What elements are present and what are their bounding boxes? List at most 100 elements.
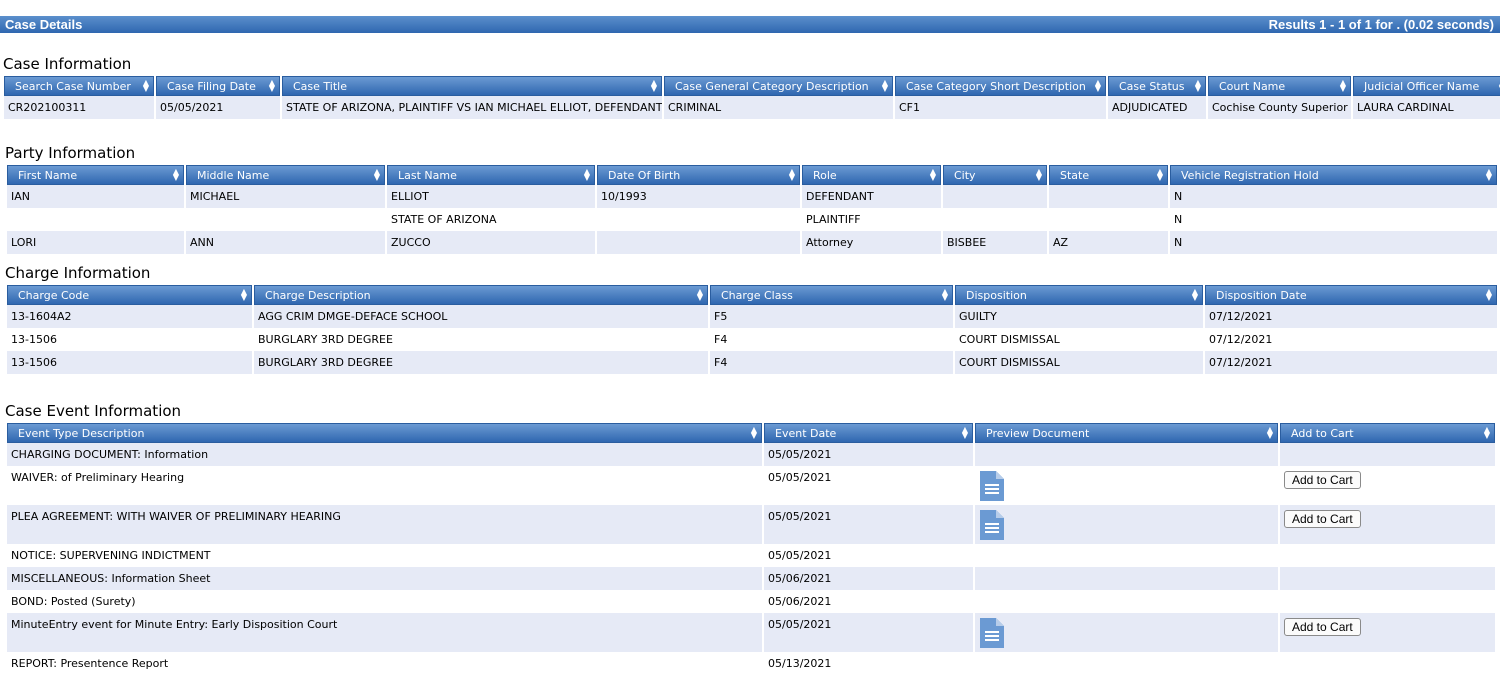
sort-arrows-icon[interactable]: ▲▼ xyxy=(1486,288,1492,302)
sort-arrows-icon[interactable]: ▲▼ xyxy=(882,79,888,93)
sort-arrows-icon[interactable]: ▲▼ xyxy=(584,168,590,182)
cell-city: BISBEE xyxy=(943,231,1047,254)
column-header-label: Last Name xyxy=(398,168,457,182)
cell-preview-document xyxy=(975,443,1278,466)
cell-preview-document xyxy=(975,544,1278,567)
column-header-event-date[interactable]: Event Date ▲ ▼ xyxy=(764,423,973,443)
column-header-label: Charge Class xyxy=(721,288,793,302)
column-header-court-name[interactable]: Court Name ▲ ▼ xyxy=(1208,76,1351,96)
column-header-case-general-category-description[interactable]: Case General Category Description ▲ ▼ xyxy=(664,76,893,96)
sort-arrows-icon[interactable]: ▲▼ xyxy=(1192,288,1198,302)
cell-city xyxy=(943,208,1047,231)
sort-arrows-icon[interactable]: ▲▼ xyxy=(651,79,657,93)
cell-event-date: 05/05/2021 xyxy=(764,443,973,466)
column-header-label: Disposition Date xyxy=(1216,288,1307,302)
cell-preview-document xyxy=(975,590,1278,613)
column-header-search-case-number[interactable]: Search Case Number ▲ ▼ xyxy=(4,76,154,96)
sort-arrows-icon[interactable]: ▲▼ xyxy=(1486,168,1492,182)
column-header-label: Event Date xyxy=(775,426,837,440)
add-to-cart-button[interactable]: Add to Cart xyxy=(1284,471,1361,489)
sort-arrows-icon[interactable]: ▲▼ xyxy=(374,168,380,182)
column-header-judicial-officer-name[interactable]: Judicial Officer Name▲▼ xyxy=(1353,76,1500,96)
sort-arrows-icon[interactable]: ▲▼ xyxy=(1484,426,1490,440)
column-header-charge-class[interactable]: Charge Class ▲ ▼ xyxy=(710,285,953,305)
column-header-label: Middle Name xyxy=(197,168,270,182)
sort-arrows-icon[interactable]: ▲▼ xyxy=(1036,168,1042,182)
cell-case-general-category-description: CRIMINAL xyxy=(664,96,893,119)
column-header-event-type-description[interactable]: Event Type Description ▲ ▼ xyxy=(7,423,762,443)
document-icon[interactable] xyxy=(979,617,1005,649)
column-header-middle-name[interactable]: Middle Name ▲ ▼ xyxy=(186,165,385,185)
sort-arrows-icon[interactable]: ▲▼ xyxy=(173,168,179,182)
column-header-role[interactable]: Role ▲ ▼ xyxy=(802,165,941,185)
column-header-case-category-short-description[interactable]: Case Category Short Description ▲ ▼ xyxy=(895,76,1106,96)
document-icon[interactable] xyxy=(979,509,1005,541)
cell-charge-description: BURGLARY 3RD DEGREE xyxy=(254,351,708,374)
sort-arrows-icon[interactable]: ▲▼ xyxy=(962,426,968,440)
sort-arrows-icon[interactable]: ▲▼ xyxy=(241,288,247,302)
column-header-case-status[interactable]: Case Status ▲ ▼ xyxy=(1108,76,1206,96)
column-header-label: Judicial Officer Name xyxy=(1364,79,1480,93)
column-header-vehicle-registration-hold[interactable]: Vehicle Registration Hold ▲ ▼ xyxy=(1170,165,1497,185)
cell-middle-name: ANN xyxy=(186,231,385,254)
sort-arrows-icon[interactable]: ▲▼ xyxy=(789,168,795,182)
cell-add-to-cart: Add to Cart xyxy=(1280,613,1495,652)
sort-arrows-icon[interactable]: ▲▼ xyxy=(1157,168,1163,182)
column-header-label: Case Title xyxy=(293,79,347,93)
sort-arrows-icon[interactable]: ▲▼ xyxy=(1340,79,1346,93)
sort-arrows-icon[interactable]: ▲▼ xyxy=(1095,79,1101,93)
column-header-last-name[interactable]: Last Name ▲ ▼ xyxy=(387,165,595,185)
column-header-case-title[interactable]: Case Title ▲ ▼ xyxy=(282,76,662,96)
table-row: CR202100311 05/05/2021 STATE OF ARIZONA, P… xyxy=(4,96,1500,119)
sort-arrows-icon[interactable]: ▲▼ xyxy=(1195,79,1201,93)
cell-preview-document xyxy=(975,613,1278,652)
column-header-first-name[interactable]: First Name ▲ ▼ xyxy=(7,165,184,185)
cell-disposition: COURT DISMISSAL xyxy=(955,328,1203,351)
case-information-title: Case Information xyxy=(3,55,132,73)
column-header-preview-document[interactable]: Preview Document ▲ ▼ xyxy=(975,423,1278,443)
cell-event-type-description: BOND: Posted (Surety) xyxy=(7,590,762,613)
cell-case-status: ADJUDICATED xyxy=(1108,96,1206,119)
column-header-charge-description[interactable]: Charge Description ▲ ▼ xyxy=(254,285,708,305)
cell-state xyxy=(1049,185,1168,208)
cell-city xyxy=(943,185,1047,208)
column-header-case-filing-date[interactable]: Case Filing Date ▲ ▼ xyxy=(156,76,280,96)
cell-date-of-birth: 10/1993 xyxy=(597,185,800,208)
sort-arrows-icon[interactable]: ▲▼ xyxy=(1267,426,1273,440)
column-header-label: Case Filing Date xyxy=(167,79,256,93)
sort-arrows-icon[interactable]: ▲▼ xyxy=(143,79,149,93)
charge-information-table: Charge Code ▲ ▼ Charge Description ▲ ▼ Charge … xyxy=(5,285,1499,374)
column-header-label: Charge Description xyxy=(265,288,371,302)
cell-judicial-officer-name: LAURA CARDINAL xyxy=(1353,96,1500,119)
sort-arrows-icon[interactable]: ▲▼ xyxy=(269,79,275,93)
column-header-disposition[interactable]: Disposition ▲ ▼ xyxy=(955,285,1203,305)
column-header-label: Case Status xyxy=(1119,79,1185,93)
table-row: NOTICE: SUPERVENING INDICTMENT 05/05/2021 xyxy=(7,544,1495,567)
cell-disposition-date: 07/12/2021 xyxy=(1205,328,1497,351)
cell-preview-document xyxy=(975,466,1278,505)
cell-charge-class: F5 xyxy=(710,305,953,328)
column-header-city[interactable]: City ▲ ▼ xyxy=(943,165,1047,185)
document-icon[interactable] xyxy=(979,470,1005,502)
cell-charge-code: 13-1604A2 xyxy=(7,305,252,328)
column-header-add-to-cart[interactable]: Add to Cart ▲ ▼ xyxy=(1280,423,1495,443)
case-event-information-title: Case Event Information xyxy=(5,402,182,420)
column-header-disposition-date[interactable]: Disposition Date ▲ ▼ xyxy=(1205,285,1497,305)
column-header-date-of-birth[interactable]: Date Of Birth ▲ ▼ xyxy=(597,165,800,185)
cell-preview-document xyxy=(975,567,1278,590)
cell-event-type-description: PLEA AGREEMENT: WITH WAIVER OF PRELIMINA… xyxy=(7,505,762,544)
cell-add-to-cart xyxy=(1280,652,1495,675)
column-header-state[interactable]: State ▲ ▼ xyxy=(1049,165,1168,185)
add-to-cart-button[interactable]: Add to Cart xyxy=(1284,510,1361,528)
table-row: REPORT: Presentence Report 05/13/2021 xyxy=(7,652,1495,675)
table-row: 13-1506 BURGLARY 3RD DEGREE F4 COURT DISMIS… xyxy=(7,351,1497,374)
cell-date-of-birth xyxy=(597,208,800,231)
column-header-label: Disposition xyxy=(966,288,1027,302)
sort-arrows-icon[interactable]: ▲▼ xyxy=(697,288,703,302)
add-to-cart-button[interactable]: Add to Cart xyxy=(1284,618,1361,636)
sort-arrows-icon[interactable]: ▲▼ xyxy=(942,288,948,302)
sort-arrows-icon[interactable]: ▲▼ xyxy=(930,168,936,182)
sort-arrows-icon[interactable]: ▲▼ xyxy=(751,426,757,440)
cell-role: PLAINTIFF xyxy=(802,208,941,231)
column-header-charge-code[interactable]: Charge Code ▲ ▼ xyxy=(7,285,252,305)
